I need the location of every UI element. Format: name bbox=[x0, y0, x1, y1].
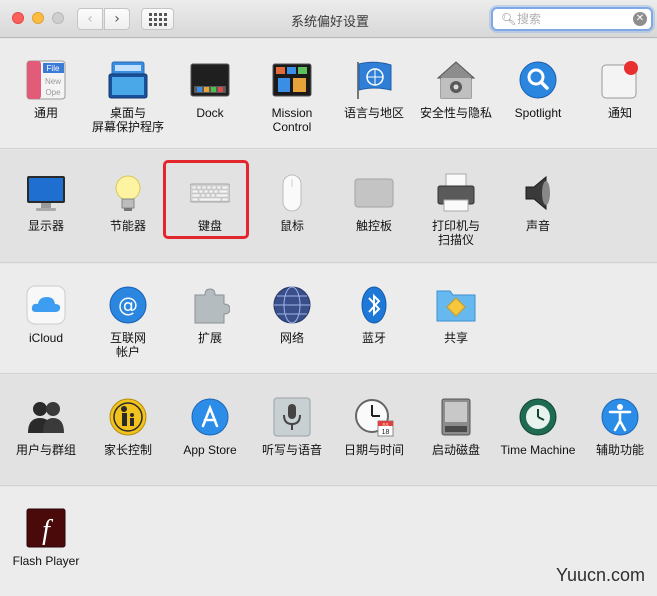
pane-label: 扩展 bbox=[197, 331, 222, 345]
clear-search-icon[interactable]: ✕ bbox=[633, 12, 647, 26]
pane-label: 家长控制 bbox=[103, 443, 152, 457]
pane-label: 用户与群组 bbox=[15, 443, 76, 457]
internet-accounts-icon: @ bbox=[109, 286, 147, 324]
watermark: Yuucn.com bbox=[555, 565, 645, 585]
printers-scanners-icon bbox=[437, 173, 475, 212]
mouse-icon bbox=[282, 174, 302, 212]
pane-label: Flash Player bbox=[12, 554, 80, 568]
back-button[interactable]: ‹ bbox=[77, 8, 103, 30]
pane-label: 节能器 bbox=[109, 219, 146, 233]
pane-label: 日期与时间 bbox=[343, 443, 404, 457]
pane-label: 蓝牙 bbox=[361, 331, 386, 345]
flash-player-icon: f bbox=[26, 508, 66, 548]
pane-label: 鼠标 bbox=[279, 219, 304, 233]
bluetooth-icon bbox=[361, 286, 387, 324]
pane-label: 安全性与隐私 bbox=[419, 106, 492, 120]
pane-label: 辅助功能 bbox=[595, 443, 644, 457]
close-window-button[interactable] bbox=[12, 12, 24, 24]
dock-icon bbox=[190, 63, 230, 97]
svg-text:Ope: Ope bbox=[45, 88, 61, 97]
pane-label: 网络 bbox=[279, 331, 304, 345]
show-all-button[interactable] bbox=[141, 8, 174, 30]
pane-label: 通用 bbox=[33, 106, 58, 120]
pane-label: Mission Control bbox=[271, 106, 313, 134]
title-bar: ‹ › 系统偏好设置 🔍︎ ✕ bbox=[0, 0, 657, 38]
highlight-box bbox=[163, 160, 249, 239]
spotlight-icon bbox=[519, 61, 557, 99]
dictation-speech-icon bbox=[273, 397, 311, 437]
pane-label: 通知 bbox=[607, 106, 632, 120]
security-privacy-icon bbox=[436, 61, 476, 99]
chevron-right-icon: › bbox=[114, 11, 120, 27]
search-field[interactable]: 🔍︎ ✕ bbox=[491, 7, 653, 31]
pane-label: 互联网 帐户 bbox=[109, 331, 146, 359]
sharing-icon bbox=[436, 290, 476, 322]
pane-label: 打印机与 扫描仪 bbox=[431, 219, 480, 247]
displays-icon bbox=[27, 176, 65, 211]
svg-text:18: 18 bbox=[382, 429, 390, 436]
trackpad-icon bbox=[354, 178, 394, 208]
chevron-left-icon: ‹ bbox=[87, 11, 93, 27]
icloud-icon bbox=[26, 285, 66, 325]
desktop-screensaver-icon bbox=[108, 61, 148, 99]
preferences-row-system bbox=[0, 375, 657, 486]
pane-label: 语言与地区 bbox=[343, 106, 404, 120]
minimize-window-button[interactable] bbox=[32, 12, 44, 24]
sound-icon bbox=[525, 175, 550, 211]
language-region-icon bbox=[357, 61, 392, 99]
zoom-window-button[interactable] bbox=[52, 12, 64, 24]
general-icon: File New Ope bbox=[26, 60, 66, 100]
pane-label: 声音 bbox=[525, 219, 550, 233]
date-time-icon: JUL 18 bbox=[355, 399, 394, 437]
network-icon bbox=[273, 286, 311, 324]
app-store-icon bbox=[191, 398, 229, 436]
pane-label: iCloud bbox=[28, 331, 64, 345]
svg-text:JUL: JUL bbox=[382, 422, 390, 427]
startup-disk-icon bbox=[441, 398, 471, 436]
svg-text:New: New bbox=[45, 77, 61, 86]
window-title: 系统偏好设置 bbox=[290, 14, 369, 29]
forward-button[interactable]: › bbox=[104, 8, 130, 30]
notifications-icon bbox=[601, 61, 638, 99]
accessibility-icon bbox=[601, 398, 639, 436]
pane-label: 桌面与 屏幕保护程序 bbox=[91, 106, 164, 134]
pane-label: 启动磁盘 bbox=[431, 443, 480, 457]
pane-label: 显示器 bbox=[27, 219, 64, 233]
search-input[interactable] bbox=[517, 11, 627, 27]
pane-label: Time Machine bbox=[500, 443, 576, 457]
time-machine-icon bbox=[519, 398, 557, 436]
pane-label: 听写与语音 bbox=[261, 443, 322, 457]
parental-controls-icon bbox=[109, 398, 147, 436]
pane-label: 共享 bbox=[443, 331, 468, 345]
extensions-icon bbox=[194, 288, 230, 324]
mission-control-icon bbox=[272, 63, 312, 97]
energy-saver-icon bbox=[115, 175, 141, 211]
svg-text:@: @ bbox=[118, 293, 138, 317]
users-groups-icon bbox=[28, 402, 64, 433]
pane-label: 触控板 bbox=[355, 219, 392, 233]
preferences-row-hardware bbox=[0, 150, 657, 263]
pane-label: App Store bbox=[183, 443, 237, 457]
svg-text:File: File bbox=[47, 64, 60, 73]
pane-label: Dock bbox=[196, 106, 224, 120]
pane-label: Spotlight bbox=[514, 106, 562, 120]
search-icon: 🔍︎ bbox=[501, 12, 517, 26]
